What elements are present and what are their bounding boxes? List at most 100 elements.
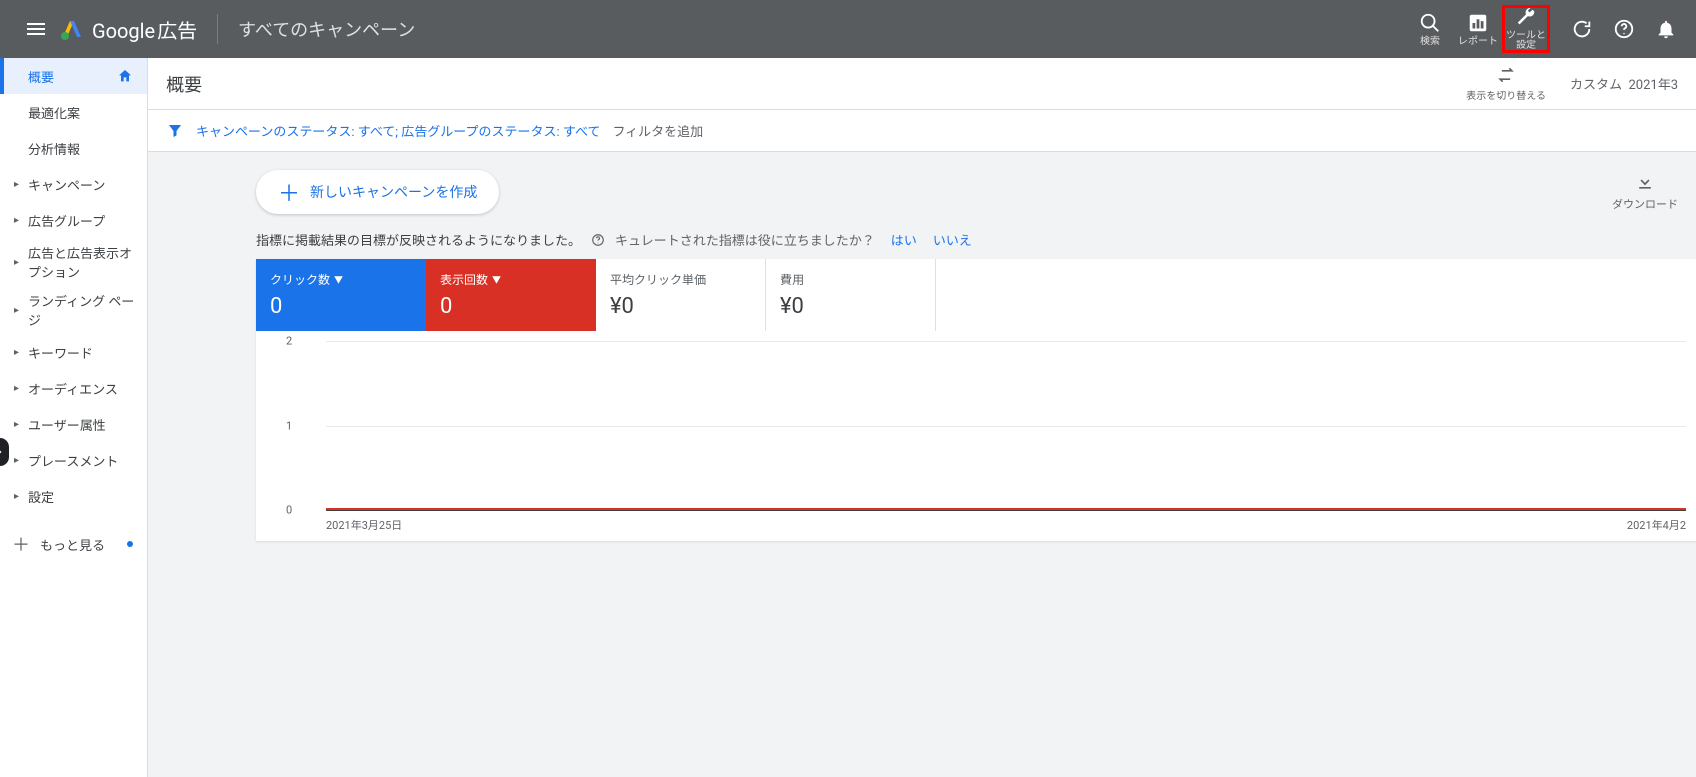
header-divider xyxy=(217,14,218,44)
header-actions: 検索 レポート ツールと設定 xyxy=(1406,5,1550,53)
nav-demographics[interactable]: ▸ ユーザー属性 xyxy=(0,406,147,442)
caret-down-icon: ▼ xyxy=(334,273,343,286)
filter-icon[interactable] xyxy=(166,122,184,140)
card-value: 0 xyxy=(270,294,412,319)
scope-title[interactable]: すべてのキャンペーン xyxy=(238,16,415,42)
chevron-right-icon: ▸ xyxy=(14,347,19,358)
nav-landing-pages[interactable]: ▸ ランディング ページ xyxy=(0,286,147,334)
bar-chart-icon xyxy=(1466,11,1490,35)
content-body: ＋ 新しいキャンペーンを作成 ダウンロード 指標に掲載結果の目標が反映されるよう… xyxy=(148,152,1696,777)
card-value: ¥0 xyxy=(610,294,751,319)
card-label: 平均クリック単価 xyxy=(610,271,706,288)
reports-label: レポート xyxy=(1458,37,1498,47)
filter-bar: キャンペーンのステータス: すべて; 広告グループのステータス: すべて フィル… xyxy=(148,110,1696,152)
app-header: Google広告 すべてのキャンペーン 検索 レポート ツールと設定 xyxy=(0,0,1696,58)
info-text: 指標に掲載結果の目標が反映されるようになりました。 xyxy=(256,230,581,249)
notifications-button[interactable] xyxy=(1654,17,1678,41)
google-ads-logo-icon xyxy=(60,17,84,41)
left-sidebar: 概要 最適化案 分析情報 ▸キャンペーン ▸ 広告グループ ▸ 広告と広告表示オプシ… xyxy=(0,58,148,777)
chevron-right-icon: ▸ xyxy=(14,215,19,226)
card-label: 費用 xyxy=(780,271,804,288)
swap-icon xyxy=(1496,65,1516,85)
page-header: 概要 表示を切り替える カスタム 2021年3 xyxy=(148,58,1696,110)
help-button[interactable] xyxy=(1612,17,1636,41)
nav-settings[interactable]: ▸ 設定 xyxy=(0,478,147,514)
caret-down-icon: ▼ xyxy=(492,273,501,286)
x-label-end: 2021年4月2 xyxy=(1627,517,1686,533)
product-name: Google広告 xyxy=(92,15,197,44)
new-campaign-button[interactable]: ＋ 新しいキャンペーンを作成 xyxy=(256,170,499,214)
nav-adgroups[interactable]: ▸ 広告グループ xyxy=(0,202,147,238)
date-range-selector[interactable]: カスタム 2021年3 xyxy=(1570,74,1678,93)
nav-audiences[interactable]: ▸オーディエンス xyxy=(0,370,147,406)
product-suffix: 広告 xyxy=(157,19,197,43)
nav-campaigns[interactable]: ▸キャンペーン xyxy=(0,166,147,202)
nav-label: ランディング ページ xyxy=(28,291,135,329)
date-range-prefix: カスタム xyxy=(1570,78,1622,93)
nav-recommendations[interactable]: 最適化案 xyxy=(0,94,147,130)
nav-label: 広告グループ xyxy=(28,211,105,230)
nav-label: 設定 xyxy=(28,487,54,506)
curated-question: キュレートされた指標は役に立ちましたか？ xyxy=(615,230,875,249)
download-button[interactable]: ダウンロード xyxy=(1612,172,1678,212)
product-logo[interactable]: Google広告 xyxy=(60,15,197,44)
switch-view-button[interactable]: 表示を切り替える xyxy=(1466,65,1546,102)
reports-button[interactable]: レポート xyxy=(1454,5,1502,53)
nav-label: 概要 xyxy=(28,67,54,86)
refresh-button[interactable] xyxy=(1570,17,1594,41)
download-icon xyxy=(1635,172,1655,192)
info-row: 指標に掲載結果の目標が反映されるようになりました。 キュレートされた指標は役に立… xyxy=(256,230,1696,249)
metric-card-clicks[interactable]: クリック数 ▼ 0 xyxy=(256,259,426,331)
hamburger-icon[interactable] xyxy=(24,17,48,41)
nav-overview[interactable]: 概要 xyxy=(0,58,147,94)
tools-settings-button[interactable]: ツールと設定 xyxy=(1502,5,1550,53)
plus-icon: ＋ xyxy=(12,531,30,557)
nav-label: 広告と広告表示オプション xyxy=(28,243,135,281)
nav-ads-extensions[interactable]: ▸ 広告と広告表示オプション xyxy=(0,238,147,286)
filter-chip-status[interactable]: キャンペーンのステータス: すべて; 広告グループのステータス: すべて xyxy=(196,121,600,140)
nav-label: 最適化案 xyxy=(28,103,80,122)
nav-more[interactable]: ＋ もっと見る xyxy=(0,526,147,562)
chevron-right-icon: ▸ xyxy=(14,179,19,190)
search-icon xyxy=(1418,11,1442,35)
nav-label: キーワード xyxy=(28,343,93,362)
card-value: 0 xyxy=(440,294,582,319)
feedback-no-button[interactable]: いいえ xyxy=(933,230,972,249)
nav-insights[interactable]: 分析情報 xyxy=(0,130,147,166)
card-label: クリック数 xyxy=(270,271,330,288)
chevron-right-icon: ▸ xyxy=(14,419,19,430)
chart-line-impressions xyxy=(326,508,1686,510)
home-icon xyxy=(117,68,133,84)
search-button[interactable]: 検索 xyxy=(1406,5,1454,53)
nav-keywords[interactable]: ▸ キーワード xyxy=(0,334,147,370)
scorecard: クリック数 ▼ 0 表示回数 ▼ 0 平均クリック単価 ¥0 費用 xyxy=(256,259,1696,541)
new-campaign-label: 新しいキャンペーンを作成 xyxy=(310,182,477,202)
y-tick: 0 xyxy=(286,504,292,517)
metric-card-cost[interactable]: 費用 ¥0 xyxy=(766,259,936,331)
wrench-icon xyxy=(1514,7,1538,29)
product-name-text: Google xyxy=(92,19,155,43)
chevron-right-icon: ▸ xyxy=(14,383,19,394)
main-content: 概要 表示を切り替える カスタム 2021年3 キャンペーンのステータス: すべ… xyxy=(148,58,1696,777)
chevron-right-icon: ▸ xyxy=(14,455,19,466)
y-tick: 2 xyxy=(286,335,292,348)
nav-label: もっと見る xyxy=(40,535,105,554)
feedback-yes-button[interactable]: はい xyxy=(891,230,917,249)
chevron-right-icon: ▸ xyxy=(14,257,19,268)
add-filter-button[interactable]: フィルタを追加 xyxy=(612,121,703,140)
tools-label: ツールと設定 xyxy=(1505,31,1547,51)
search-label: 検索 xyxy=(1420,37,1440,47)
chevron-right-icon: ▸ xyxy=(14,305,19,316)
nav-placements[interactable]: ▸プレースメント xyxy=(0,442,147,478)
metric-card-avg-cpc[interactable]: 平均クリック単価 ¥0 xyxy=(596,259,766,331)
chevron-right-icon: ▸ xyxy=(14,491,19,502)
metric-card-impressions[interactable]: 表示回数 ▼ 0 xyxy=(426,259,596,331)
nav-label: ユーザー属性 xyxy=(28,415,106,434)
line-chart: 2 1 0 2021年3月25日 2021年4月2 xyxy=(256,331,1696,541)
plus-icon: ＋ xyxy=(278,176,300,208)
page-title: 概要 xyxy=(166,71,1466,97)
y-tick: 1 xyxy=(286,419,292,432)
help-icon[interactable] xyxy=(591,233,605,247)
card-label: 表示回数 xyxy=(440,271,488,288)
metric-cards: クリック数 ▼ 0 表示回数 ▼ 0 平均クリック単価 ¥0 費用 xyxy=(256,259,1696,331)
